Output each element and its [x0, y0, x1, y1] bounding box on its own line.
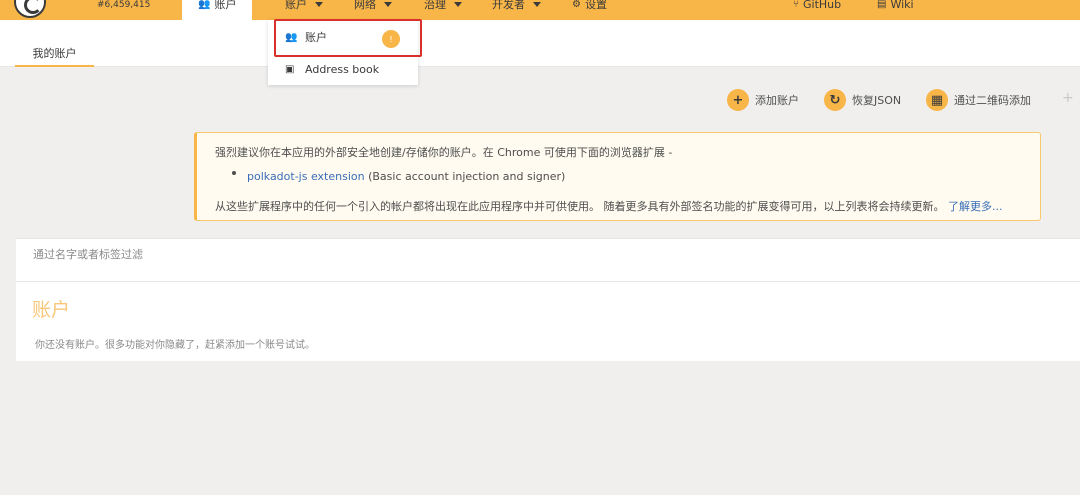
link-github-label: GitHub	[803, 0, 842, 11]
learn-more-link[interactable]: 了解更多...	[948, 200, 1003, 213]
extension-description: (Basic account injection and signer)	[364, 170, 566, 183]
warning-note: 从这些扩展程序中的任何一个引入的帐户都将出现在此应用程序中并可供使用。 随着更多…	[215, 198, 1003, 214]
filter-input[interactable]: 通过名字或者标签过滤	[33, 246, 143, 262]
menu-developer[interactable]: 开发者	[492, 0, 541, 20]
chevron-down-icon	[384, 1, 392, 7]
filter-field[interactable]: 通过名字或者标签过滤	[16, 238, 1080, 282]
sub-nav: 我的账户	[0, 20, 1080, 67]
chevron-down-icon	[454, 1, 462, 7]
menu-governance[interactable]: 治理	[424, 0, 462, 20]
add-via-qr-button[interactable]: ▦ 通过二维码添加	[926, 89, 1031, 111]
tab-accounts[interactable]: 👥 账户	[182, 0, 253, 20]
warning-note-text: 从这些扩展程序中的任何一个引入的帐户都将出现在此应用程序中并可供使用。 随着更多…	[215, 200, 945, 213]
link-github[interactable]: ⑂ GitHub	[793, 0, 841, 20]
empty-accounts-message: 你还没有账户。很多功能对你隐藏了，赶紧添加一个账号试试。	[35, 340, 315, 351]
menu-governance-label: 治理	[424, 0, 446, 11]
plus-icon: +	[727, 89, 749, 111]
menu-accounts[interactable]: 账户	[285, 0, 323, 20]
highlight-outline	[274, 19, 422, 57]
add-via-qr-label: 通过二维码添加	[954, 94, 1031, 107]
more-actions-button[interactable]: +	[1062, 90, 1074, 106]
extension-item: polkadot-js extension (Basic account inj…	[247, 170, 565, 183]
tab-my-accounts[interactable]: 我的账户	[15, 40, 94, 67]
qrcode-icon: ▦	[926, 89, 948, 111]
add-account-button[interactable]: + 添加账户	[727, 89, 799, 111]
menu-accounts-label: 账户	[285, 0, 307, 11]
dropdown-item-address-book[interactable]: ▣ Address book	[268, 54, 418, 84]
menu-settings-label: 设置	[584, 0, 607, 11]
accounts-card: 账户 你还没有账户。很多功能对你隐藏了，赶紧添加一个账号试试。	[16, 282, 1080, 361]
add-account-label: 添加账户	[755, 94, 799, 107]
menu-settings[interactable]: ⚙ 设置	[572, 0, 607, 20]
restore-json-label: 恢复JSON	[852, 94, 902, 107]
accounts-title: 账户	[32, 299, 71, 321]
chevron-down-icon	[315, 1, 323, 7]
address-card-icon: ▣	[285, 63, 295, 75]
link-wiki-label: Wiki	[890, 0, 914, 11]
link-wiki[interactable]: ▤ Wiki	[877, 0, 914, 20]
sync-icon: ↻	[824, 89, 846, 111]
code-branch-icon: ⑂	[793, 0, 799, 10]
menu-network-label: 网络	[354, 0, 376, 11]
menu-developer-label: 开发者	[492, 0, 525, 11]
block-number: #6,459,415	[97, 0, 151, 10]
tab-accounts-label: 账户	[214, 0, 237, 11]
polkadot-logo-icon[interactable]	[14, 0, 46, 18]
warning-text: 强烈建议你在本应用的外部安全地创建/存储你的账户。在 Chrome 可使用下面的…	[215, 146, 673, 159]
book-icon: ▤	[877, 0, 887, 10]
users-icon: 👥	[198, 0, 211, 10]
gears-icon: ⚙	[572, 0, 581, 10]
menu-network[interactable]: 网络	[354, 0, 392, 20]
chevron-down-icon	[533, 1, 541, 7]
restore-json-button[interactable]: ↻ 恢复JSON	[824, 89, 901, 111]
polkadot-extension-link[interactable]: polkadot-js extension	[247, 170, 365, 183]
bullet-icon	[232, 171, 236, 175]
extension-warning: 强烈建议你在本应用的外部安全地创建/存储你的账户。在 Chrome 可使用下面的…	[194, 132, 1041, 221]
top-nav-bar: #6,459,415 👥 账户 账户 网络 治理 开发者 ⚙ 设置 ⑂ GitH…	[0, 0, 1080, 20]
dropdown-item-address-book-label: Address book	[305, 62, 380, 76]
